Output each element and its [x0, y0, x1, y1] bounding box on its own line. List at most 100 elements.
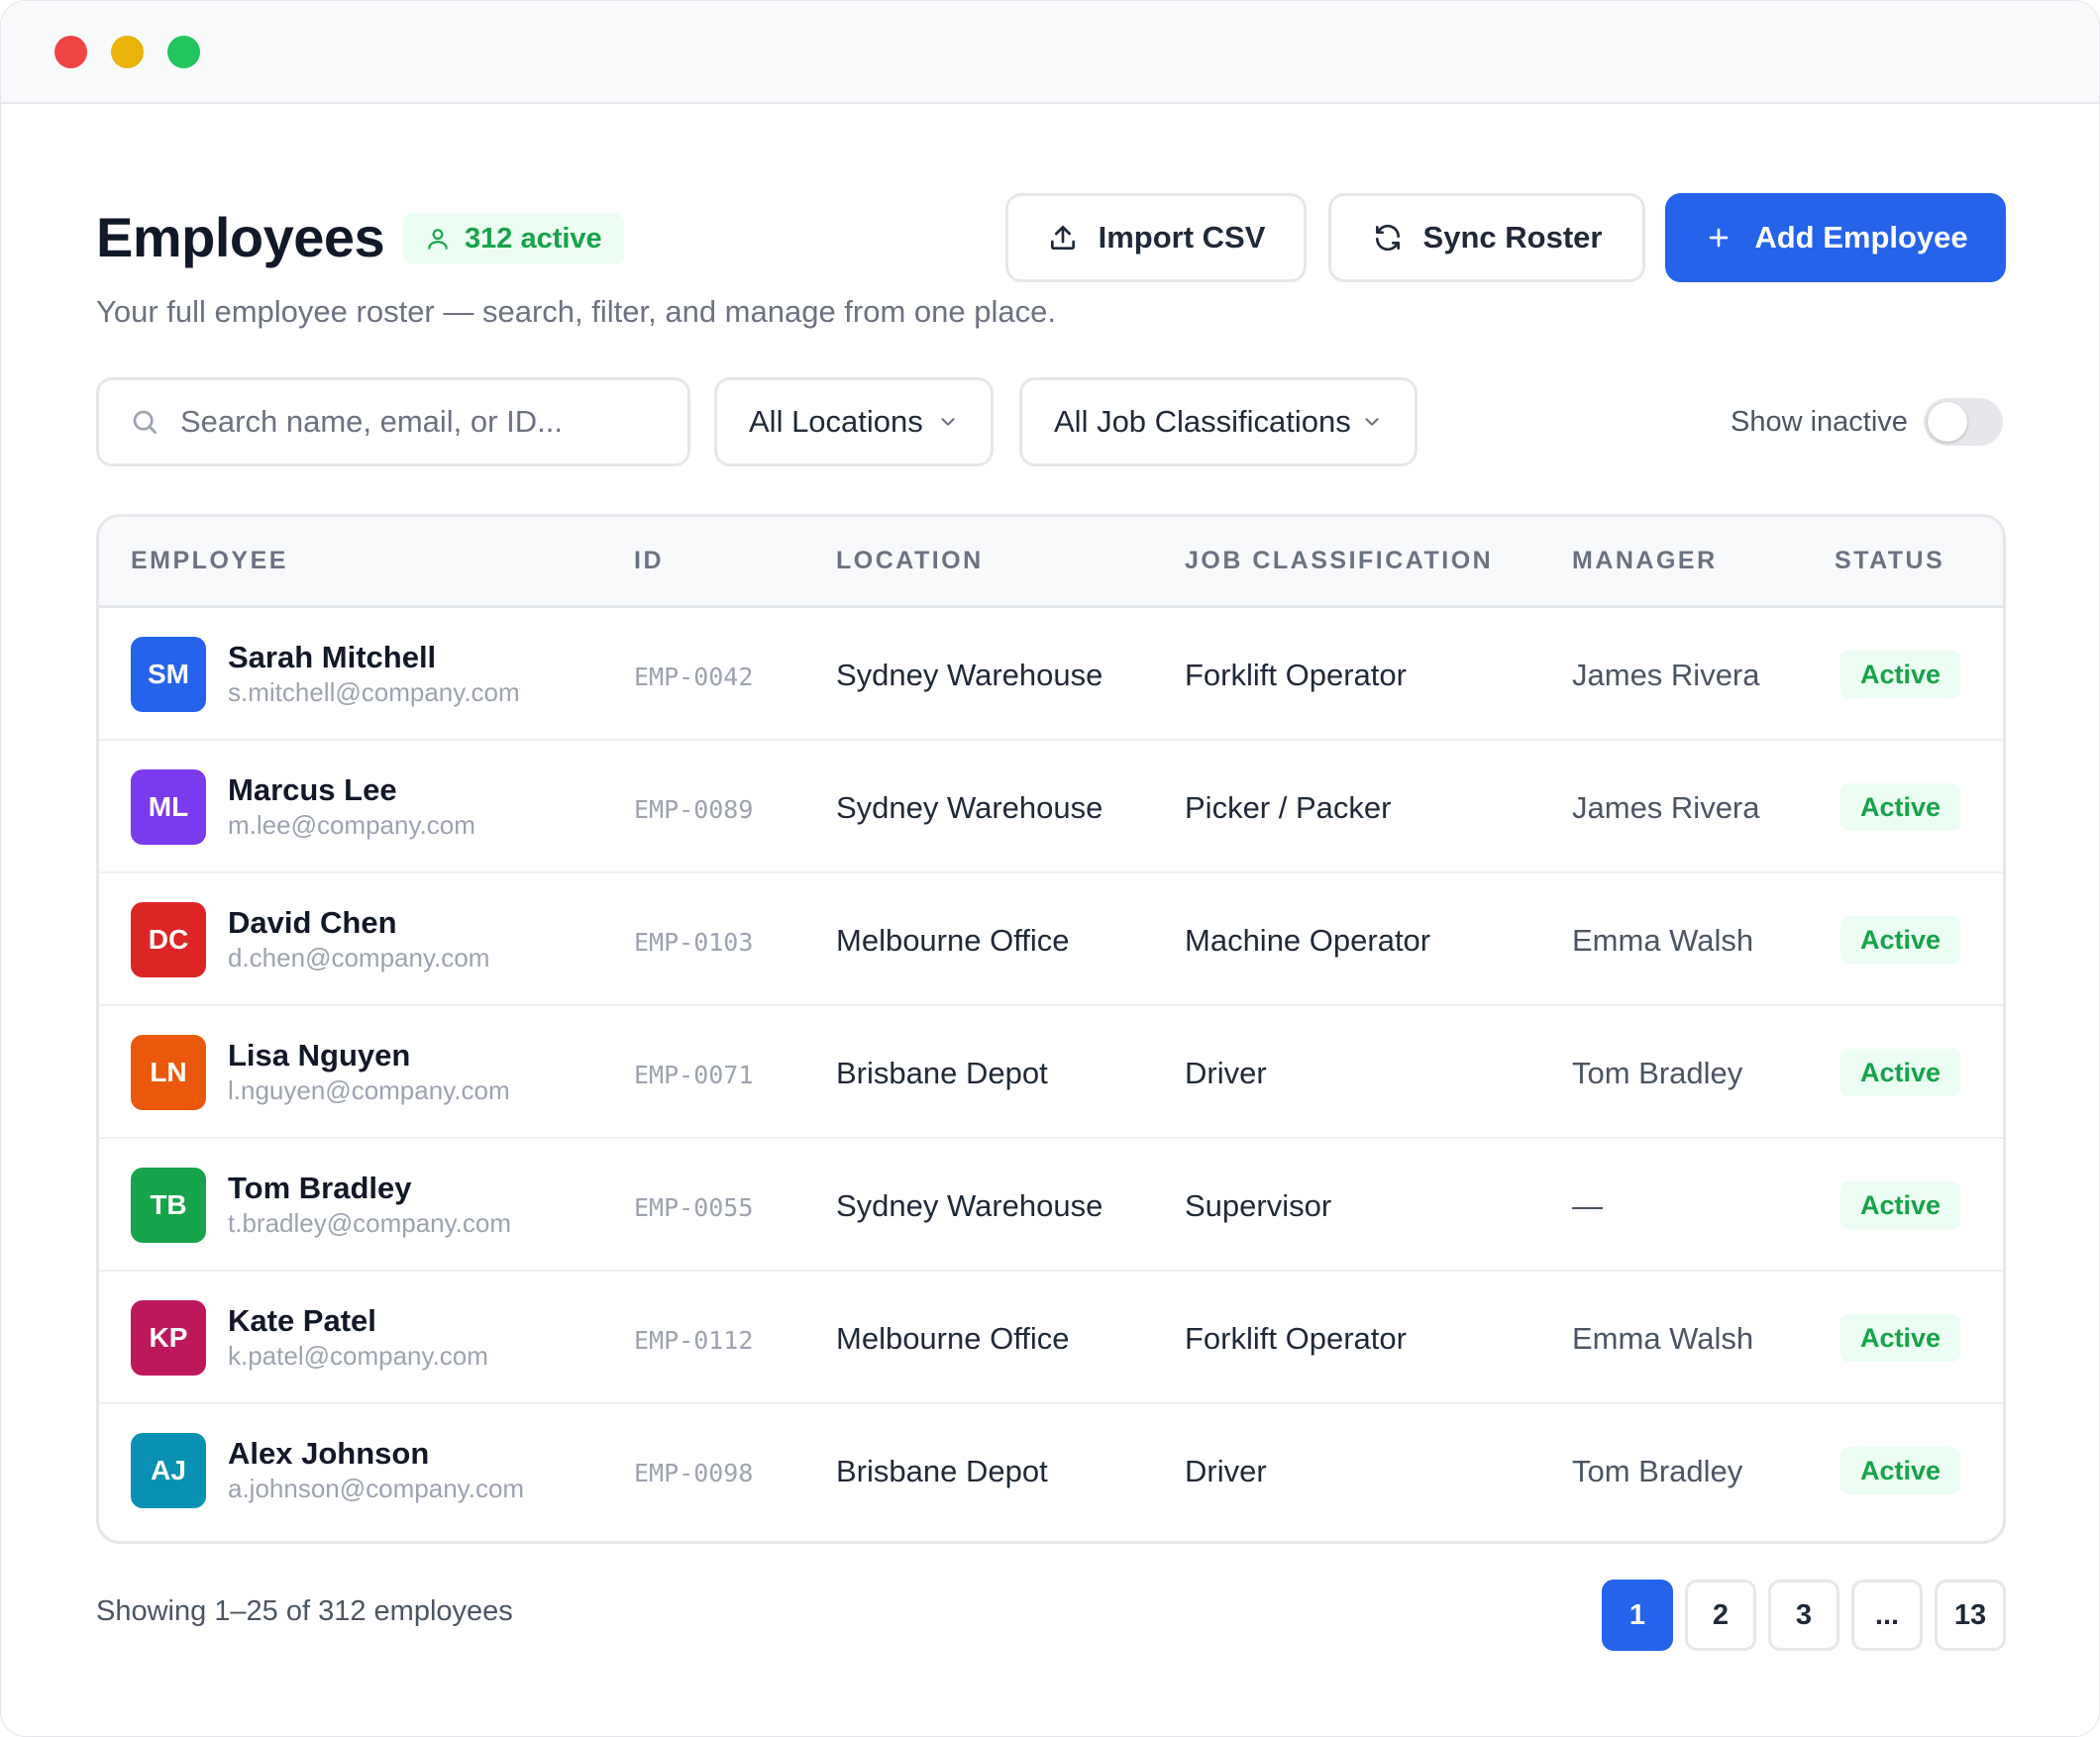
page-button-2[interactable]: 2: [1685, 1580, 1756, 1651]
toggle-knob: [1927, 402, 1967, 442]
table-row[interactable]: KP Kate Patel k.patel@company.com EMP-0112 M…: [99, 1272, 2003, 1404]
employee-id: EMP-0112: [634, 1326, 754, 1355]
title-bar: [1, 1, 2099, 104]
minimize-window-button[interactable]: [111, 35, 144, 68]
table-header: EMPLOYEE ID LOCATION JOB CLASSIFICATION …: [99, 517, 2003, 608]
status-badge: Active: [1840, 916, 1961, 964]
employee-job-classification: Machine Operator: [1185, 923, 1431, 958]
table-row[interactable]: ML Marcus Lee m.lee@company.com EMP-0089 Syd…: [99, 741, 2003, 873]
chevron-down-icon: [1365, 418, 1379, 426]
active-count-label: 312 active: [465, 222, 602, 255]
show-inactive-toggle[interactable]: [1923, 398, 2003, 446]
employee-name[interactable]: Lisa Nguyen: [228, 1038, 410, 1073]
employee-manager: James Rivera: [1572, 790, 1760, 825]
import-csv-button[interactable]: Import CSV: [1005, 193, 1307, 282]
employee-name[interactable]: David Chen: [228, 905, 397, 941]
table-row[interactable]: LN Lisa Nguyen l.nguyen@company.com EMP-007…: [99, 1006, 2003, 1139]
avatar: TB: [131, 1168, 206, 1243]
employee-name[interactable]: Alex Johnson: [228, 1436, 429, 1472]
location-filter-dropdown[interactable]: All Locations: [714, 377, 994, 466]
search-box[interactable]: [96, 377, 690, 466]
status-badge: Active: [1840, 1049, 1961, 1096]
column-header-location[interactable]: LOCATION: [836, 547, 984, 575]
job-classification-filter-dropdown[interactable]: All Job Classifications: [1019, 377, 1418, 466]
employee-job-classification: Supervisor: [1185, 1188, 1332, 1223]
employee-email: s.mitchell@company.com: [228, 677, 520, 707]
employee-email: m.lee@company.com: [228, 810, 475, 840]
employee-job-classification: Forklift Operator: [1185, 658, 1407, 692]
employee-manager: Tom Bradley: [1572, 1454, 1743, 1488]
column-header-employee[interactable]: EMPLOYEE: [131, 547, 288, 575]
pagination-ellipsis: ...: [1851, 1580, 1923, 1651]
sync-roster-label: Sync Roster: [1422, 220, 1603, 255]
app-window: Employees 312 active Your full employee …: [0, 0, 2100, 1737]
page-button-1[interactable]: 1: [1602, 1580, 1673, 1651]
status-badge: Active: [1840, 651, 1961, 698]
employee-manager: —: [1572, 1188, 1603, 1223]
employee-email: d.chen@company.com: [228, 943, 490, 972]
close-window-button[interactable]: [54, 35, 87, 68]
search-icon: [133, 410, 157, 434]
employee-manager: Emma Walsh: [1572, 1321, 1754, 1356]
show-inactive-control: Show inactive: [1731, 397, 2003, 447]
table-row[interactable]: SM Sarah Mitchell s.mitchell@company.com EM…: [99, 608, 2003, 741]
employee-manager: James Rivera: [1572, 658, 1760, 692]
upload-icon: [1050, 226, 1075, 250]
show-inactive-label: Show inactive: [1731, 405, 1908, 438]
status-badge: Active: [1840, 1314, 1961, 1362]
add-employee-button[interactable]: Add Employee: [1665, 193, 2006, 282]
employee-id: EMP-0098: [634, 1459, 754, 1487]
employee-manager: Emma Walsh: [1572, 923, 1754, 958]
status-badge: Active: [1840, 1181, 1961, 1229]
avatar: DC: [131, 902, 206, 977]
active-count-badge: 312 active: [403, 213, 624, 264]
employee-job-classification: Picker / Packer: [1185, 790, 1392, 825]
employee-email: a.johnson@company.com: [228, 1474, 525, 1503]
employee-id: EMP-0103: [634, 928, 754, 957]
page-subtitle: Your full employee roster — search, filt…: [96, 294, 1056, 329]
add-employee-label: Add Employee: [1754, 220, 1968, 255]
table-row[interactable]: TB Tom Bradley t.bradley@company.com EMP-00…: [99, 1139, 2003, 1272]
table-body: SM Sarah Mitchell s.mitchell@company.com EM…: [99, 608, 2003, 1537]
employee-name[interactable]: Sarah Mitchell: [228, 640, 436, 675]
avatar: AJ: [131, 1433, 206, 1508]
avatar: LN: [131, 1035, 206, 1110]
employees-table: EMPLOYEE ID LOCATION JOB CLASSIFICATION …: [96, 514, 2006, 1544]
maximize-window-button[interactable]: [167, 35, 200, 68]
job-classification-filter-value: All Job Classifications: [1054, 404, 1351, 439]
location-filter-value: All Locations: [749, 404, 923, 439]
employee-location: Melbourne Office: [836, 923, 1070, 958]
page-button-13[interactable]: 13: [1935, 1580, 2006, 1651]
pagination-summary: Showing 1–25 of 312 employees: [96, 1595, 513, 1627]
sync-roster-button[interactable]: Sync Roster: [1328, 193, 1645, 282]
employee-id: EMP-0055: [634, 1193, 754, 1222]
employee-id: EMP-0042: [634, 663, 754, 691]
refresh-icon: [1375, 224, 1400, 252]
table-row[interactable]: DC David Chen d.chen@company.com EMP-0103 Me…: [99, 873, 2003, 1006]
employee-location: Brisbane Depot: [836, 1056, 1048, 1090]
employee-location: Brisbane Depot: [836, 1454, 1048, 1488]
column-header-status[interactable]: STATUS: [1835, 547, 1944, 575]
employee-job-classification: Forklift Operator: [1185, 1321, 1407, 1356]
status-badge: Active: [1840, 783, 1961, 831]
employee-email: k.patel@company.com: [228, 1341, 488, 1371]
employee-id: EMP-0071: [634, 1061, 754, 1089]
status-badge: Active: [1840, 1447, 1961, 1494]
search-input[interactable]: [180, 404, 656, 440]
chevron-down-icon: [941, 418, 955, 426]
employee-location: Sydney Warehouse: [836, 790, 1103, 825]
employee-name[interactable]: Kate Patel: [228, 1303, 376, 1339]
column-header-job-classification[interactable]: JOB CLASSIFICATION: [1185, 547, 1493, 575]
column-header-manager[interactable]: MANAGER: [1572, 547, 1718, 575]
page-button-3[interactable]: 3: [1768, 1580, 1839, 1651]
employee-location: Sydney Warehouse: [836, 658, 1103, 692]
employee-name[interactable]: Marcus Lee: [228, 772, 397, 808]
column-header-id[interactable]: ID: [634, 547, 664, 575]
employee-name[interactable]: Tom Bradley: [228, 1171, 411, 1206]
table-row[interactable]: AJ Alex Johnson a.johnson@company.com EMP-0…: [99, 1404, 2003, 1537]
employee-email: l.nguyen@company.com: [228, 1075, 510, 1105]
employee-manager: Tom Bradley: [1572, 1056, 1743, 1090]
employee-email: t.bradley@company.com: [228, 1208, 512, 1238]
employee-id: EMP-0089: [634, 795, 754, 824]
employee-job-classification: Driver: [1185, 1056, 1267, 1090]
